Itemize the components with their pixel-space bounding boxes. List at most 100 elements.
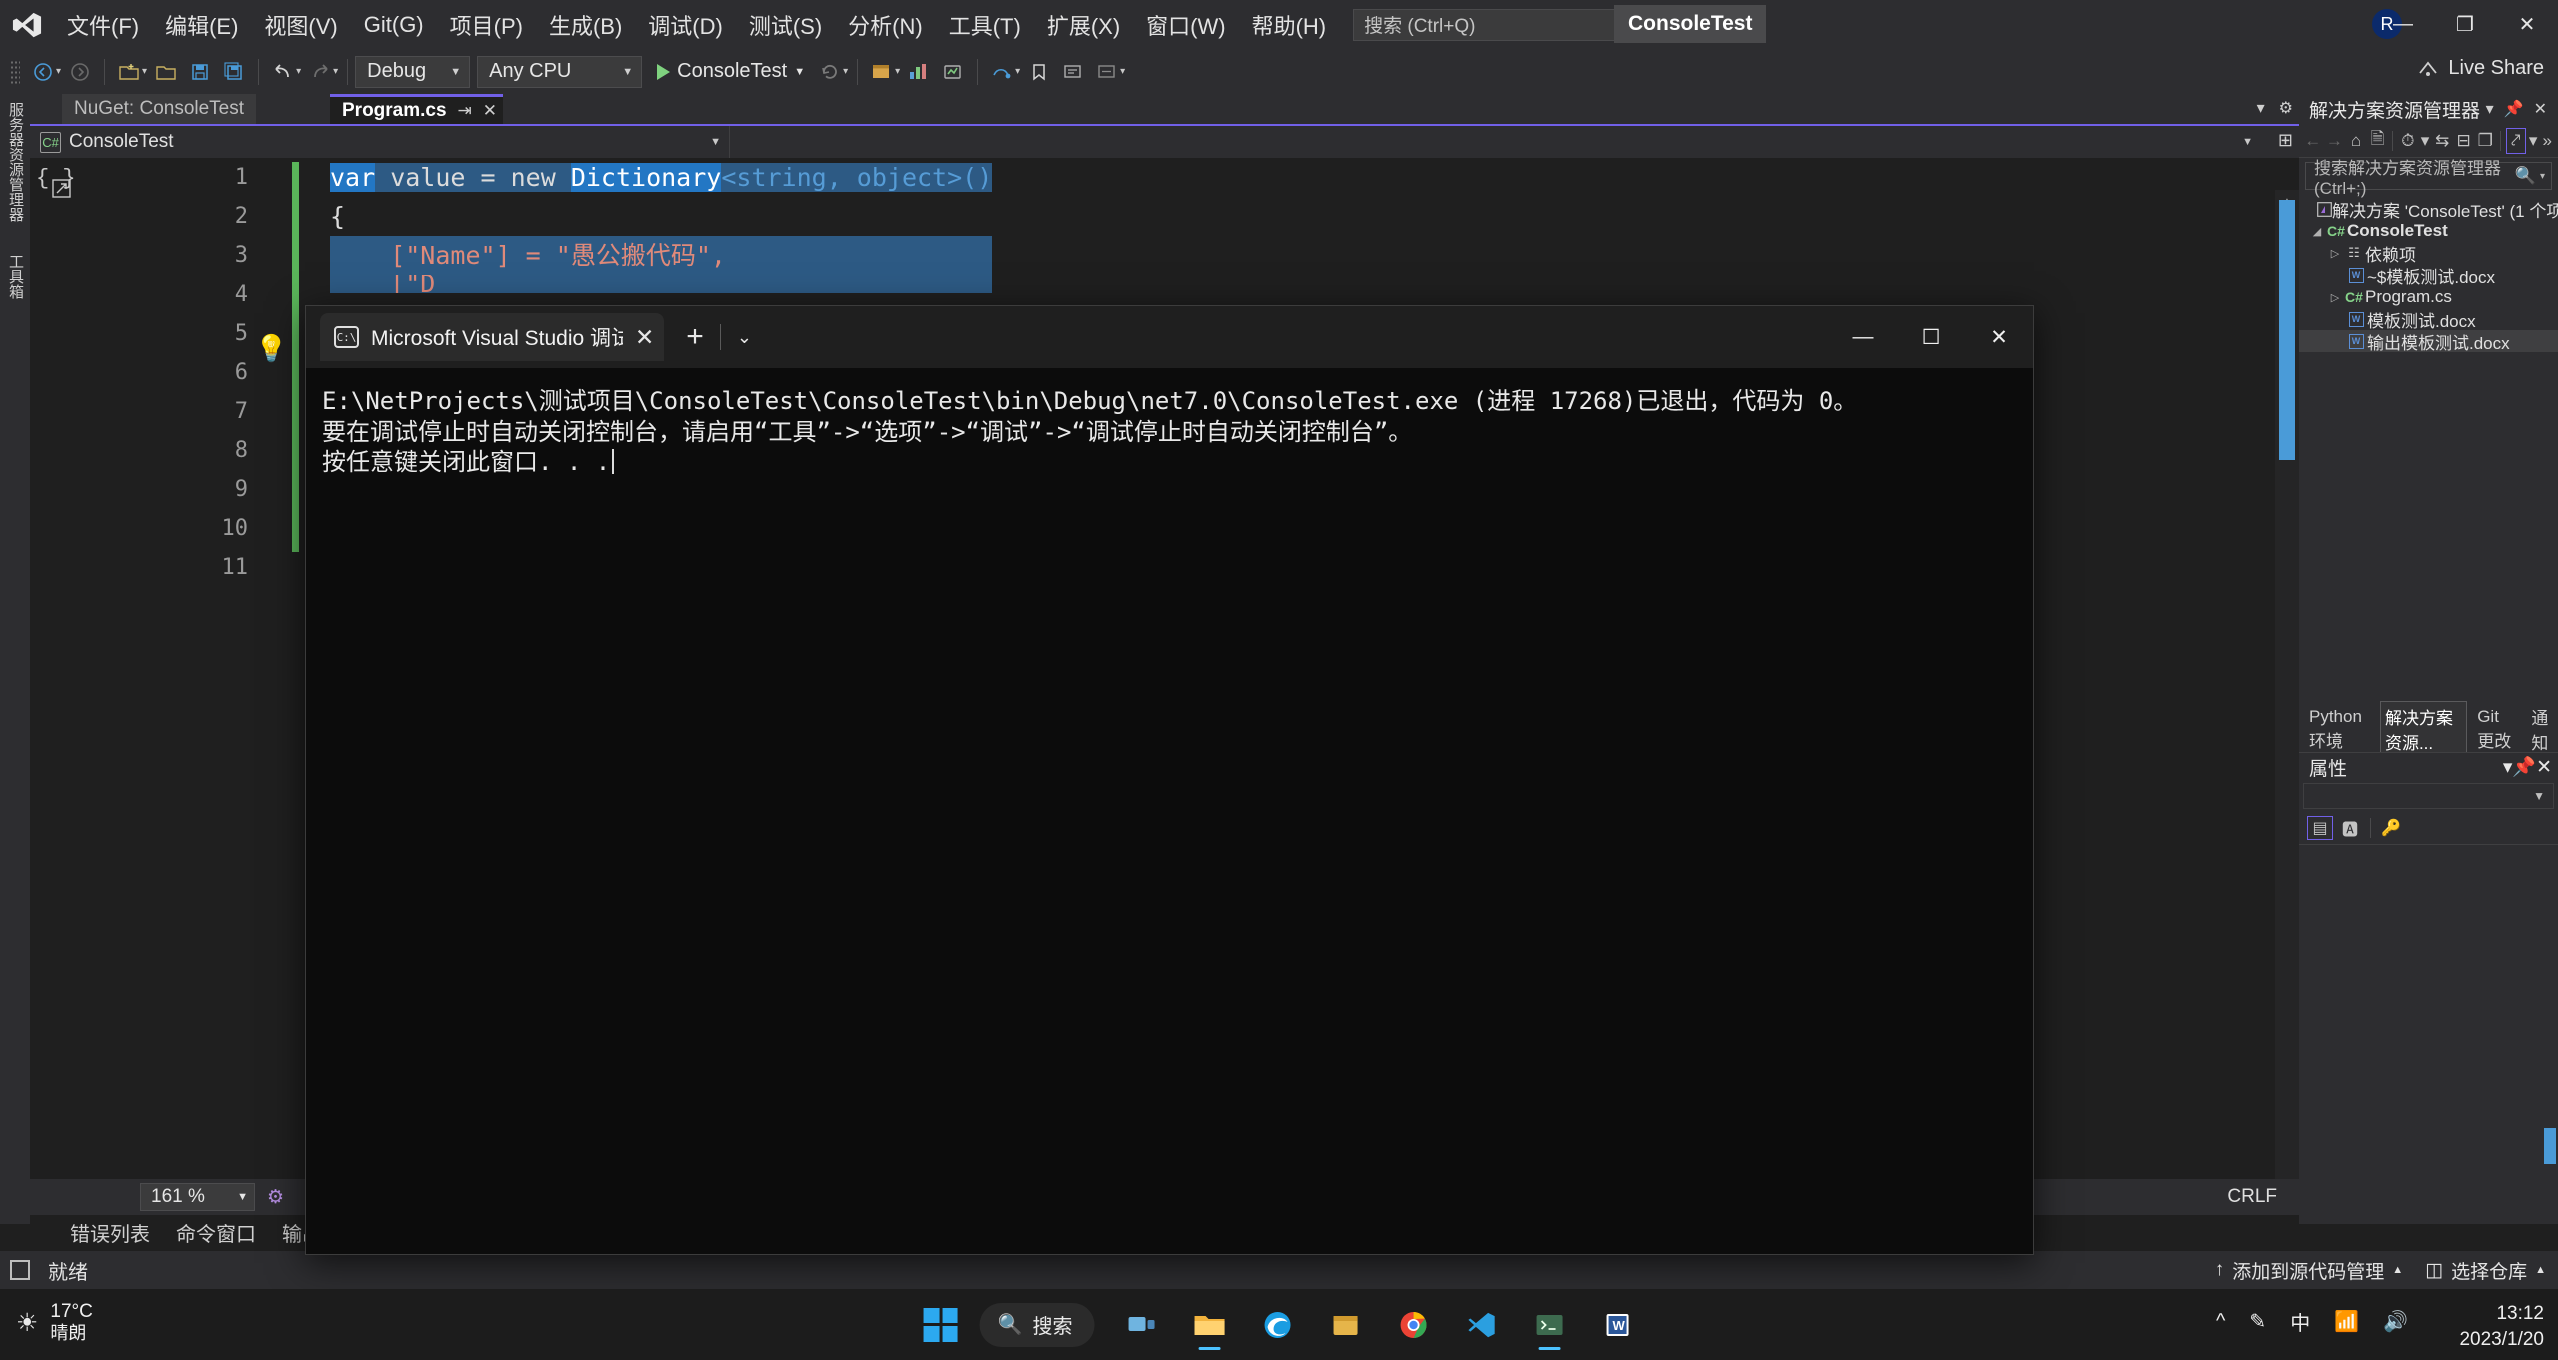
system-clock[interactable]: 13:12 2023/1/20 [2459,1301,2544,1352]
menu-help[interactable]: 帮助(H) [1239,5,1340,45]
intellicode-icon[interactable]: ⚙ [267,1186,284,1209]
menu-debug[interactable]: 调试(D) [635,5,736,45]
open-file-icon[interactable] [149,55,183,89]
member-scope-dropdown[interactable]: ▼ [730,126,2299,158]
select-window-icon[interactable] [865,55,899,89]
tab-python-environments[interactable]: Python 环境 [2305,705,2374,754]
step-over-icon[interactable] [985,55,1019,89]
toolbox-vertical-tab[interactable]: 工具箱 [4,254,26,299]
new-console-tab-icon[interactable]: + [686,320,704,354]
solution-configuration-dropdown[interactable]: Debug ▼ [355,55,471,88]
menu-git[interactable]: Git(G) [351,5,437,45]
redo-icon[interactable] [303,55,337,89]
console-tab-dropdown-icon[interactable]: ⌄ [737,327,752,348]
expander-open-icon[interactable]: ◢ [2309,225,2325,238]
new-project-icon[interactable] [112,55,146,89]
properties-scrollbar-thumb[interactable] [2544,1128,2556,1164]
type-scope-dropdown[interactable]: C# ConsoleTest ▼ [30,126,730,158]
tree-item-temp-docx[interactable]: W ~$模板测试.docx [2299,264,2558,287]
restore-button[interactable]: ❐ [2434,0,2496,49]
forward-icon[interactable]: → [2325,128,2345,154]
close-button[interactable]: ✕ [2496,0,2558,49]
vscode-button[interactable] [1452,1296,1510,1354]
tree-item-template-docx[interactable]: W 模板测试.docx [2299,308,2558,331]
taskbar-search-button[interactable]: 🔍 搜索 [979,1302,1095,1347]
editor-vertical-scrollbar[interactable]: ▲ ▼ [2275,190,2299,1213]
server-explorer-vertical-tab[interactable]: 服务器资源管理器 [4,102,26,222]
uncomment-icon[interactable] [1090,55,1124,89]
tab-error-list[interactable]: 错误列表 [70,1218,150,1247]
tree-item-program-cs[interactable]: ▷ C# Program.cs [2299,286,2558,308]
terminal-button[interactable] [1520,1296,1578,1354]
categorized-view-icon[interactable]: ▤ [2307,815,2333,840]
menu-test[interactable]: 测试(S) [736,5,835,45]
solution-properties-icon[interactable]: 🗎 [2368,128,2388,154]
tree-item-dependencies[interactable]: ▷ ☷ 依赖项 [2299,242,2558,265]
panel-dropdown-icon[interactable]: ▾ [2481,99,2499,119]
word-button[interactable]: W [1588,1296,1646,1354]
console-minimize-button[interactable]: — [1829,306,1897,368]
close-panel-icon[interactable]: ✕ [2529,99,2552,119]
properties-pin-icon[interactable]: 📌 [2512,755,2536,779]
navigate-forward-icon[interactable] [63,55,97,89]
collapse-all-icon[interactable]: ⊟ [2454,128,2474,154]
save-icon[interactable] [183,55,217,89]
pin-tab-icon[interactable]: ⇥ [458,101,472,121]
sync-with-active-document-icon[interactable]: ⇆ [2432,128,2452,154]
network-icon[interactable]: 📶 [2334,1309,2359,1334]
add-to-source-control-button[interactable]: ↑ 添加到源代码管理 ▲ [2215,1257,2403,1284]
menu-extensions[interactable]: 扩展(X) [1034,5,1133,45]
solution-explorer-search-input[interactable]: 搜索解决方案资源管理器(Ctrl+;) 🔍 ▾ [2305,159,2552,198]
expander-closed-icon-2[interactable]: ▷ [2327,291,2343,304]
tab-well-settings-icon[interactable]: ⚙ [2279,98,2293,118]
toggle-bookmark-icon[interactable] [1022,55,1056,89]
view-dropdown-icon[interactable]: ▾ [2528,128,2539,154]
expander-closed-icon[interactable]: ▷ [2327,247,2343,260]
menu-file[interactable]: 文件(F) [54,5,152,45]
tree-item-project[interactable]: ◢ C# ConsoleTest [2299,220,2558,242]
chrome-button[interactable] [1384,1296,1442,1354]
properties-object-dropdown[interactable]: ▼ [2303,783,2554,809]
split-editor-icon[interactable]: ⊞ [2278,130,2293,151]
active-files-dropdown-icon[interactable]: ▾ [2257,98,2265,118]
close-tab-icon[interactable]: ✕ [483,101,497,121]
navigate-back-icon[interactable] [26,55,60,89]
file-explorer-button[interactable] [1180,1296,1238,1354]
filter-dropdown-icon[interactable]: ▾ [2420,128,2431,154]
tab-git-changes[interactable]: Git 更改 [2473,705,2521,754]
menu-analyze[interactable]: 分析(N) [835,5,936,45]
performance-profiler-icon[interactable] [936,55,970,89]
tab-solution-explorer[interactable]: 解决方案资源... [2379,701,2468,757]
comment-icon[interactable] [1056,55,1090,89]
hot-reload-icon[interactable] [813,55,847,89]
tab-nuget-consoletest[interactable]: NuGet: ConsoleTest [62,94,257,124]
console-output[interactable]: E:\NetProjects\测试项目\ConsoleTest\ConsoleT… [306,368,2033,1254]
pin-panel-icon[interactable]: 📌 [2499,99,2529,119]
property-pages-icon[interactable]: 🔑 [2378,816,2404,840]
menu-window[interactable]: 窗口(W) [1133,5,1238,45]
task-view-button[interactable] [1112,1296,1170,1354]
solution-platform-dropdown[interactable]: Any CPU ▼ [477,55,643,88]
close-console-tab-icon[interactable]: ✕ [635,324,654,351]
weather-widget[interactable]: ☀ 17°C 晴朗 [16,1301,93,1345]
tree-item-output-template-docx[interactable]: W 输出模板测试.docx [2299,330,2558,353]
view-class-view-icon[interactable]: ⤤ [2505,127,2526,154]
save-all-icon[interactable] [217,55,251,89]
properties-dropdown-icon[interactable]: ▾ [2503,756,2513,779]
menu-tools[interactable]: 工具(T) [936,5,1034,45]
minimize-button[interactable]: — [2372,0,2434,49]
menu-build[interactable]: 生成(B) [536,5,635,45]
zoom-level-dropdown[interactable]: 161 % ▼ [140,1183,255,1211]
tab-program-cs[interactable]: Program.cs ⇥ ✕ [330,94,504,124]
back-icon[interactable]: ← [2303,128,2323,154]
edge-button[interactable] [1248,1296,1306,1354]
console-close-button[interactable]: ✕ [1965,306,2033,368]
alphabetical-view-icon[interactable]: 🅰 [2337,816,2363,840]
select-repository-button[interactable]: ◫ 选择仓库 ▲ [2425,1257,2546,1284]
tray-overflow-icon[interactable]: ^ [2216,1310,2225,1333]
console-maximize-button[interactable]: ☐ [1897,306,1965,368]
volume-icon[interactable]: 🔊 [2383,1309,2408,1334]
menu-view[interactable]: 视图(V) [251,5,350,45]
tab-notifications[interactable]: 通知 [2527,702,2558,756]
console-tab[interactable]: C:\ Microsoft Visual Studio 调试控 ✕ [320,313,665,361]
